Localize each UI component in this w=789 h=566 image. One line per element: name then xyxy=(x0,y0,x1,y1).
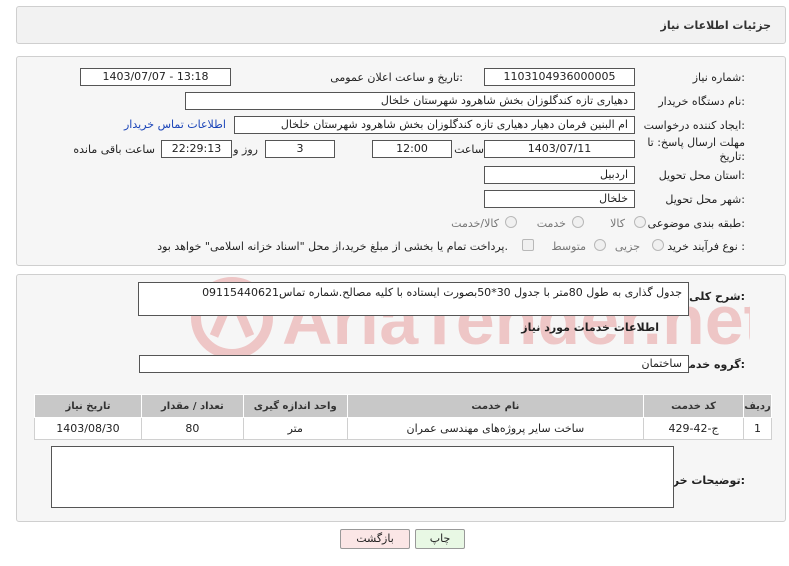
province-label: استان محل تحویل: xyxy=(658,169,745,182)
process-option-medium: متوسط xyxy=(551,240,586,253)
back-button[interactable]: بازگشت xyxy=(340,529,410,549)
process-radio-medium[interactable] xyxy=(594,239,606,251)
col-service-code: کد خدمت xyxy=(643,394,745,418)
description-field: جدول گذاری به طول 80متر با جدول 30*50بصو… xyxy=(138,282,689,316)
days-field: 3 xyxy=(265,140,335,158)
col-quantity: تعداد / مقدار xyxy=(140,394,244,418)
category-radio-goods[interactable] xyxy=(634,216,646,228)
remaining-label: ساعت باقی مانده xyxy=(73,143,155,156)
cell-row: 1 xyxy=(743,417,772,440)
cell-quantity: 80 xyxy=(140,417,244,440)
service-group-field: ساختمان xyxy=(139,355,689,373)
creator-field: ام البنین فرمان دهیار دهیاری تازه کندگلو… xyxy=(234,116,635,134)
need-number-label: شماره نیاز: xyxy=(692,71,745,84)
services-table: ردیف کد خدمت نام خدمت واحد اندازه گیری ت… xyxy=(34,394,772,440)
treasury-payment-checkbox[interactable] xyxy=(522,239,534,251)
remaining-time-field: 22:29:13 xyxy=(161,140,232,158)
province-field: اردبیل xyxy=(484,166,635,184)
category-radio-service[interactable] xyxy=(572,216,584,228)
deadline-label-2: تاریخ: xyxy=(719,150,745,163)
services-section-title: اطلاعات خدمات مورد نیاز xyxy=(521,321,659,334)
creator-label: ایجاد کننده درخواست: xyxy=(643,119,745,132)
city-label: شهر محل تحویل: xyxy=(665,193,745,206)
buyer-contact-link[interactable]: اطلاعات تماس خریدار xyxy=(124,118,226,131)
deadline-time-field: 12:00 xyxy=(372,140,452,158)
cell-unit: متر xyxy=(242,417,348,440)
page-title: جزئیات اطلاعات نیاز xyxy=(660,19,772,32)
days-label: روز و xyxy=(233,143,258,156)
category-label: طبقه بندی موضوعی: xyxy=(647,217,745,230)
details-header: جزئیات اطلاعات نیاز xyxy=(16,6,786,44)
category-option-goods-service: کالا/خدمت xyxy=(451,217,499,230)
deadline-date-field: 1403/07/11 xyxy=(484,140,635,158)
print-button[interactable]: چاپ xyxy=(415,529,465,549)
city-field: خلخال xyxy=(484,190,635,208)
cell-service-name: ساخت سایر پروژه‌های مهندسی عمران xyxy=(346,417,645,440)
buyer-org-field: دهیاری تازه کندگلوزان بخش شاهرود شهرستان… xyxy=(185,92,635,110)
col-service-name: نام خدمت xyxy=(346,394,645,418)
col-unit: واحد اندازه گیری xyxy=(242,394,348,418)
need-info-panel xyxy=(16,56,786,266)
col-row: ردیف xyxy=(743,394,772,418)
process-label: نوع فرآیند خرید : xyxy=(667,240,745,253)
announce-field: 1403/07/07 - 13:18 xyxy=(80,68,231,86)
services-table-header: ردیف کد خدمت نام خدمت واحد اندازه گیری ت… xyxy=(34,394,772,418)
cell-service-code: ج-42-429 xyxy=(643,417,745,440)
category-option-goods: کالا xyxy=(610,217,625,230)
table-row: 1 ج-42-429 ساخت سایر پروژه‌های مهندسی عم… xyxy=(34,417,772,440)
category-option-service: خدمت xyxy=(536,217,566,230)
buyer-org-label: نام دستگاه خریدار: xyxy=(658,95,745,108)
buyer-notes-field xyxy=(51,446,674,508)
process-option-minor: جزیی xyxy=(614,240,640,253)
process-radio-minor[interactable] xyxy=(652,239,664,251)
deadline-label: مهلت ارسال پاسخ: تا xyxy=(647,136,745,149)
category-radio-goods-service[interactable] xyxy=(505,216,517,228)
need-number-field: 1103104936000005 xyxy=(484,68,635,86)
time-label: ساعت xyxy=(454,143,484,156)
treasury-payment-note: پرداخت تمام یا بخشی از مبلغ خرید،از محل … xyxy=(157,240,508,253)
col-need-date: تاریخ نیاز xyxy=(34,394,142,418)
announce-label: تاریخ و ساعت اعلان عمومی: xyxy=(330,71,463,84)
cell-need-date: 1403/08/30 xyxy=(34,417,142,440)
